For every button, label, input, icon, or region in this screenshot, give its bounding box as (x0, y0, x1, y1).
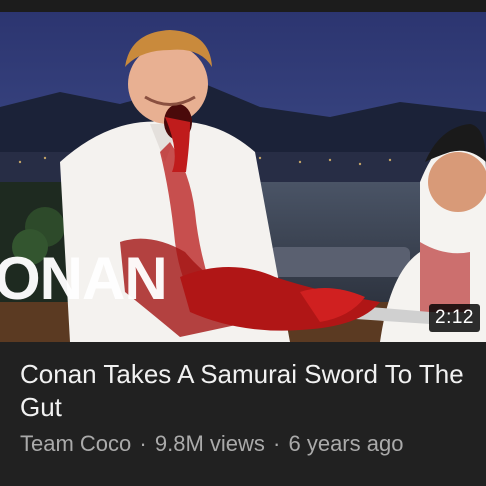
duration-badge: 2:12 (429, 304, 480, 332)
video-thumbnail[interactable]: ONAN 2:12 (0, 12, 486, 342)
video-title[interactable]: Conan Takes A Samurai Sword To The Gut (20, 358, 476, 424)
video-meta: Team Coco · 9.8M views · 6 years ago (20, 430, 476, 458)
view-count: 9.8M views (154, 431, 265, 456)
video-details: Conan Takes A Samurai Sword To The Gut T… (20, 358, 476, 458)
upload-age: 6 years ago (288, 431, 404, 456)
meta-separator: · (139, 431, 147, 456)
status-strip (0, 0, 486, 12)
conan-watermark: ONAN (0, 245, 168, 312)
channel-name[interactable]: Team Coco (20, 431, 131, 456)
video-card-screen: ONAN 2:12 Conan Takes A Samurai Sword To… (0, 0, 486, 486)
meta-separator: · (273, 431, 281, 456)
